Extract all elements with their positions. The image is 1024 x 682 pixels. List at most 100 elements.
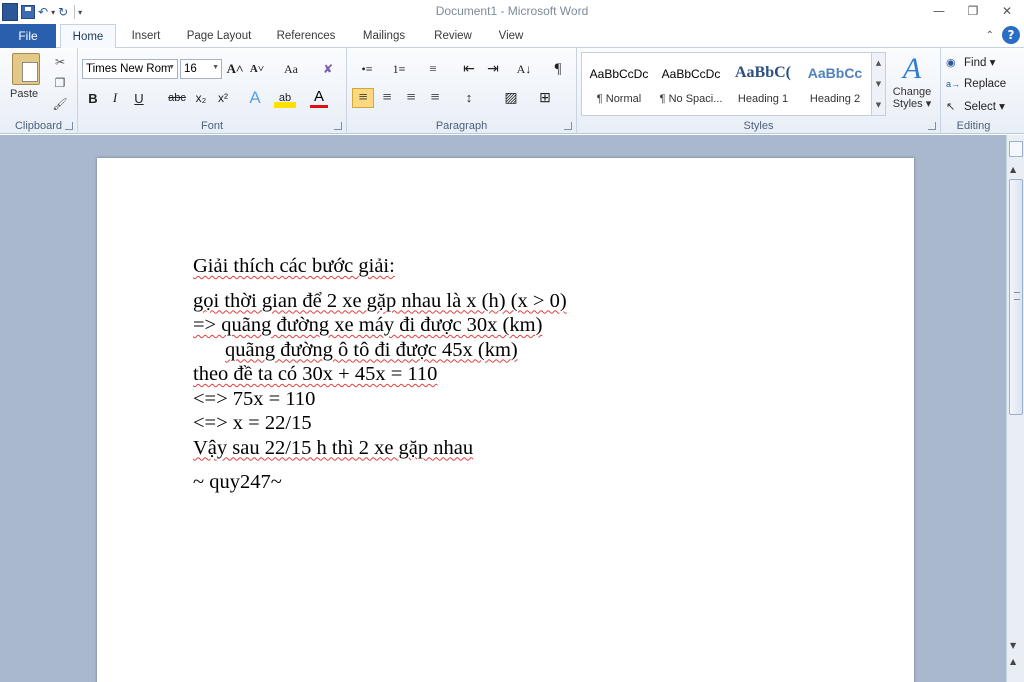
style-sample: AaBbC( (734, 64, 791, 81)
doc-line-text: Vậy sau 22/15 h thì 2 xe gặp nhau (193, 436, 474, 459)
tab-mailings[interactable]: Mailings (354, 24, 414, 48)
paragraph-launcher-icon[interactable] (564, 122, 572, 130)
font-launcher-icon[interactable] (334, 122, 342, 130)
binoculars-icon: ◉ (946, 56, 956, 69)
align-center-button[interactable]: ≡ (377, 88, 397, 108)
font-color-button[interactable]: A (310, 88, 328, 108)
font-size-combo[interactable]: 16 ▼ (180, 59, 222, 79)
text-effects-button[interactable]: A (246, 88, 264, 108)
help-icon[interactable]: ? (1002, 26, 1020, 44)
borders-button[interactable]: ⊞ (533, 88, 557, 108)
previous-page-icon[interactable]: ▲ (1010, 657, 1016, 666)
line-spacing-button[interactable]: ↕ (457, 88, 481, 108)
increase-indent-button[interactable]: ⇥ (483, 59, 503, 79)
italic-button[interactable]: I (106, 88, 124, 108)
doc-line-heading: Giải thích các bước giải: (193, 254, 567, 279)
tab-page-layout[interactable]: Page Layout (180, 24, 258, 48)
paragraph-group: •≡ 1≡ ≡ ⇤ ⇥ A↓ ¶ ≡ ≡ ≡ ≡ ↕ ▨ ⊞ Paragraph (347, 48, 577, 134)
tab-home[interactable]: Home (60, 24, 116, 49)
doc-line: <=> 75x = 110 (193, 387, 567, 412)
document-body[interactable]: Giải thích các bước giải: gọi thời gian … (193, 254, 567, 495)
chevron-down-icon: ▼ (168, 64, 175, 71)
superscript-button[interactable]: x² (214, 88, 232, 108)
strikethrough-button[interactable]: abc (166, 88, 188, 108)
replace-button[interactable]: a→ Replace (946, 75, 1006, 93)
doc-line-text: quãng đường ô tô đi được 45x (km) (225, 338, 518, 361)
sort-button[interactable]: A↓ (513, 59, 535, 79)
tab-references[interactable]: References (268, 24, 344, 48)
change-styles-label-2: Styles ▾ (892, 98, 932, 110)
multilevel-list-button[interactable]: ≡ (421, 59, 445, 79)
tab-file[interactable]: File (0, 24, 56, 48)
change-case-button[interactable]: Aa (278, 59, 304, 79)
select-button[interactable]: ↖ Select ▾ (946, 97, 1005, 115)
style-no-spacing[interactable]: AaBbCcDc ¶ No Spaci... (656, 55, 726, 113)
chevron-down-icon: ▼ (212, 64, 219, 71)
tab-row-icons: ⌃ ? (986, 26, 1020, 44)
ruler-toggle-icon[interactable] (1009, 141, 1023, 157)
style-heading-2[interactable]: AaBbCc Heading 2 (800, 55, 870, 113)
change-styles-button[interactable]: A Change Styles ▾ (890, 52, 934, 116)
doc-line: quãng đường ô tô đi được 45x (km) (193, 338, 567, 363)
format-painter-icon[interactable]: 🖌 (52, 96, 68, 112)
paste-button[interactable]: Paste (10, 88, 38, 100)
decrease-indent-button[interactable]: ⇤ (459, 59, 479, 79)
numbering-button[interactable]: 1≡ (387, 59, 411, 79)
scroll-thumb[interactable] (1009, 179, 1023, 415)
more-styles-icon[interactable]: ▼ (876, 101, 881, 109)
select-label: Select ▾ (964, 101, 1005, 113)
styles-gallery: AaBbCcDc ¶ Normal AaBbCcDc ¶ No Spaci...… (581, 52, 886, 116)
show-marks-button[interactable]: ¶ (549, 59, 567, 79)
tab-review[interactable]: Review (426, 24, 480, 48)
style-heading-1[interactable]: AaBbC( Heading 1 (728, 55, 798, 113)
scroll-up-icon[interactable]: ▲ (1010, 165, 1016, 174)
minimize-button[interactable]: — (922, 0, 956, 22)
paste-icon[interactable] (12, 53, 40, 85)
clipboard-launcher-icon[interactable] (65, 122, 73, 130)
doc-line: theo đề ta có 30x + 45x = 110 (193, 362, 567, 387)
chevron-up-icon[interactable]: ▲ (876, 59, 881, 67)
replace-label: Replace (964, 78, 1007, 90)
tab-view[interactable]: View (490, 24, 532, 48)
document-page[interactable]: Giải thích các bước giải: gọi thời gian … (97, 158, 914, 682)
tab-insert[interactable]: Insert (122, 24, 170, 48)
find-label: Find ▾ (964, 57, 996, 69)
scroll-down-icon[interactable]: ▼ (1010, 641, 1016, 650)
doc-line: <=> x = 22/15 (193, 411, 567, 436)
underline-button[interactable]: U (130, 88, 148, 108)
font-name-combo[interactable]: Times New Rom ▼ (82, 59, 178, 79)
close-button[interactable]: ✕ (990, 0, 1024, 22)
clear-formatting-button[interactable]: ✘ (318, 59, 338, 79)
font-size-value: 16 (184, 63, 197, 75)
shrink-font-button[interactable]: A˅ (248, 59, 266, 79)
vertical-scrollbar[interactable]: ▲ ▼ ▲ (1006, 135, 1024, 682)
copy-icon[interactable]: ❐ (52, 75, 68, 91)
align-left-button[interactable]: ≡ (352, 88, 374, 108)
styles-launcher-icon[interactable] (928, 122, 936, 130)
shading-button[interactable]: ▨ (499, 88, 523, 108)
bold-button[interactable]: B (84, 88, 102, 108)
style-normal[interactable]: AaBbCcDc ¶ Normal (584, 55, 654, 113)
doc-line-signature: ~ quy247~ (193, 470, 567, 495)
style-sample: AaBbCcDc (589, 67, 649, 81)
style-name: Heading 1 (737, 93, 789, 105)
styles-group-label: Styles (743, 120, 774, 132)
window-title: Document1 - Microsoft Word (435, 4, 589, 18)
highlight-button[interactable]: ab (274, 88, 296, 108)
justify-button[interactable]: ≡ (425, 88, 445, 108)
chevron-down-icon[interactable]: ▼ (876, 80, 881, 88)
find-button[interactable]: ◉ Find ▾ (946, 53, 995, 71)
styles-gallery-scroll[interactable]: ▲ ▼ ▼ (871, 53, 885, 115)
cursor-icon: ↖ (946, 100, 956, 113)
cut-icon[interactable]: ✂ (52, 54, 68, 70)
style-name: ¶ No Spaci... (659, 93, 723, 105)
grow-font-button[interactable]: A˄ (226, 59, 244, 79)
title-bar: W ↶ ▾ ↻ ▾ Document1 - Microsoft Word — ❐… (0, 0, 1024, 24)
subscript-button[interactable]: x₂ (192, 88, 210, 108)
doc-line-text: => quãng đường xe máy đi được 30x (km) (193, 314, 543, 336)
minimize-ribbon-icon[interactable]: ⌃ (986, 30, 994, 41)
align-right-button[interactable]: ≡ (401, 88, 421, 108)
restore-button[interactable]: ❐ (956, 0, 990, 22)
bullets-button[interactable]: •≡ (355, 59, 379, 79)
style-name: ¶ Normal (596, 93, 642, 105)
